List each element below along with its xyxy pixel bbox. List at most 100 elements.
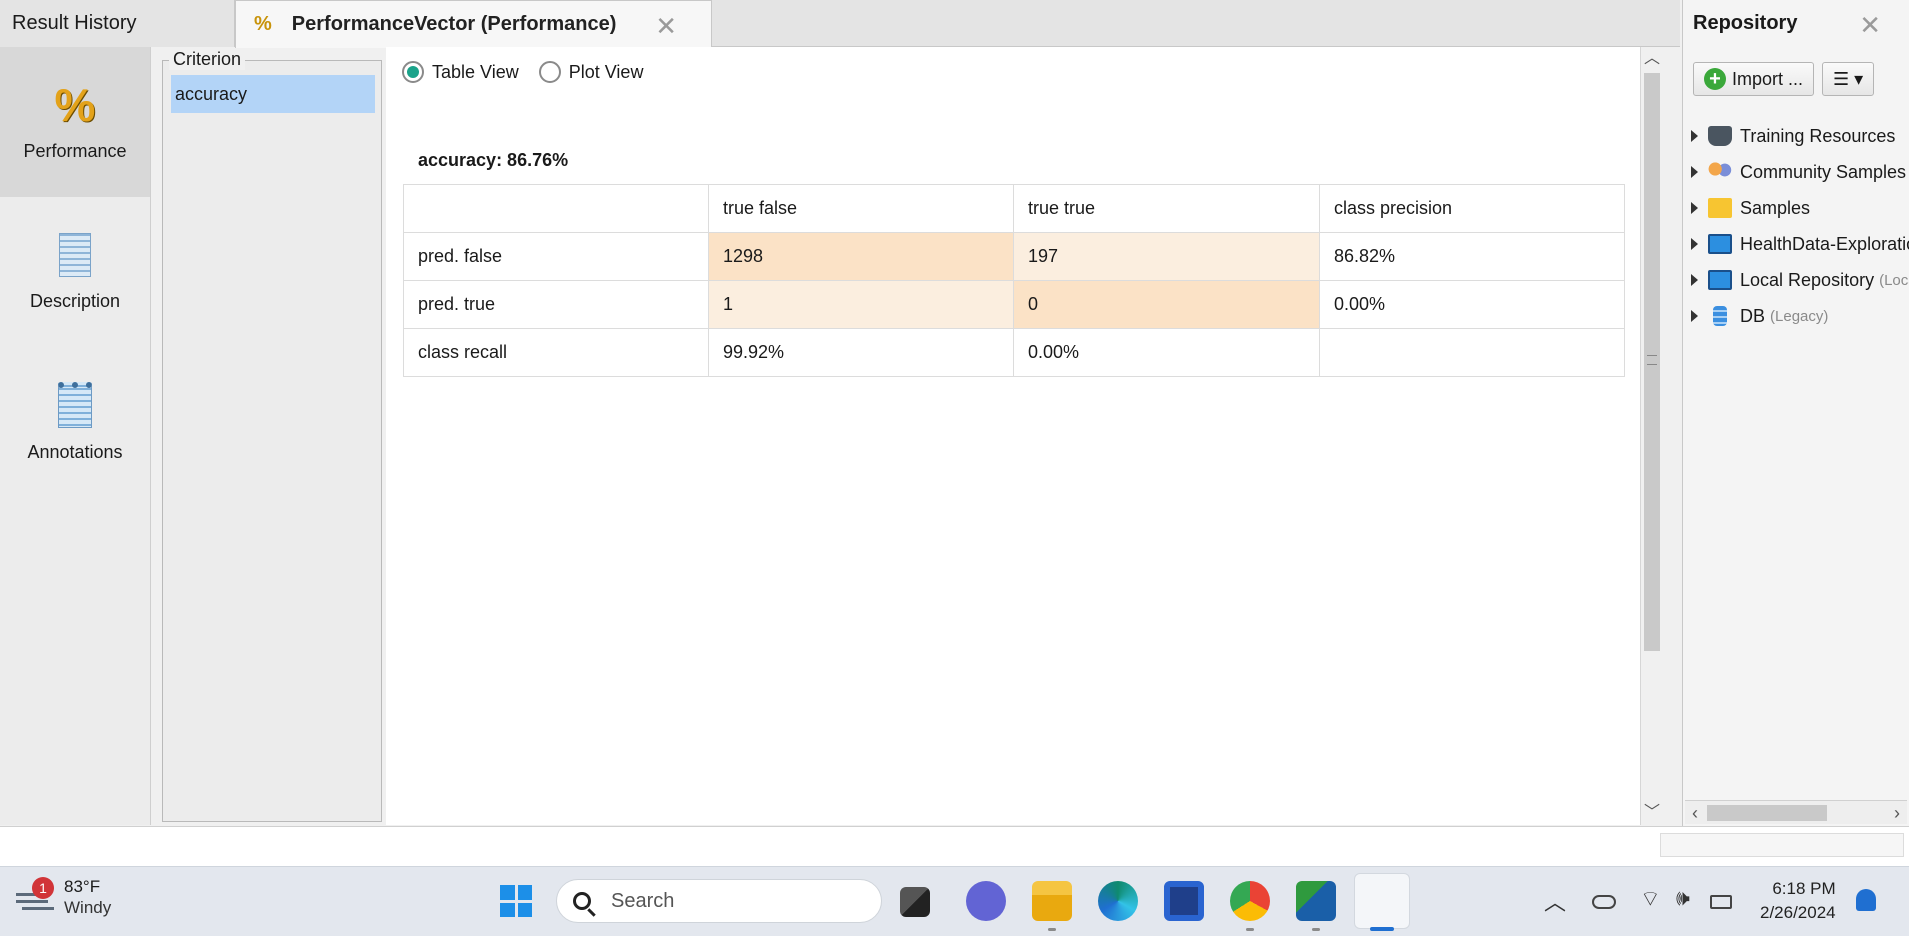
table-cell: 0	[1013, 280, 1320, 329]
taskbar-search[interactable]: Search	[556, 879, 882, 923]
file-explorer-icon[interactable]	[1032, 881, 1072, 921]
notification-badge: 1	[32, 877, 54, 899]
repository-horizontal-scrollbar[interactable]: ‹ ›	[1685, 800, 1907, 824]
task-view-icon[interactable]	[900, 887, 930, 917]
tree-item-label: Training Resources	[1740, 125, 1896, 146]
table-cell: 86.82%	[1319, 232, 1625, 281]
document-icon	[59, 232, 91, 277]
table-row: class recall 99.92% 0.00%	[403, 328, 1625, 377]
repository-menu-button[interactable]: ☰ ▾	[1822, 62, 1875, 96]
close-icon[interactable]: ✕	[1859, 10, 1881, 41]
tree-item-community-samples[interactable]: Community Samples	[1683, 154, 1909, 190]
table-cell: 0.00%	[1013, 328, 1320, 377]
graduation-cap-icon	[1708, 126, 1732, 146]
windows-taskbar: 1 83°F Windy Search ︿ ⌔ 🕪 6:18 PM 2/26/2…	[0, 866, 1909, 936]
table-cell: 1298	[708, 232, 1014, 281]
tree-item-local-repository[interactable]: Local Repository (Local)	[1683, 262, 1909, 298]
running-indicator	[1312, 928, 1320, 931]
expand-arrow-icon[interactable]	[1691, 274, 1698, 286]
tree-item-label: HealthData-Exploration	[1740, 233, 1909, 254]
accuracy-title: accuracy: 86.76%	[418, 150, 569, 170]
scroll-grip-icon	[1647, 355, 1657, 365]
chrome-browser-icon[interactable]	[1230, 881, 1270, 921]
snipping-tool-icon[interactable]	[1354, 873, 1410, 929]
windows-start-icon[interactable]	[496, 881, 536, 921]
table-view-radio[interactable]	[402, 61, 424, 83]
app-icon[interactable]	[1296, 881, 1336, 921]
wind-icon: 1	[16, 877, 54, 913]
tree-item-healthdata[interactable]: HealthData-Exploration	[1683, 226, 1909, 262]
expand-arrow-icon[interactable]	[1691, 238, 1698, 250]
table-cell: 0.00%	[1319, 280, 1625, 329]
table-view-label[interactable]: Table View	[432, 62, 519, 83]
scroll-up-icon[interactable]: ︿	[1641, 47, 1663, 71]
running-indicator	[1048, 928, 1056, 931]
expand-arrow-icon[interactable]	[1691, 310, 1698, 322]
criterion-item-accuracy[interactable]: accuracy	[171, 75, 375, 113]
side-item-label: Description	[29, 290, 121, 311]
battery-icon[interactable]	[1710, 895, 1732, 909]
people-icon	[1708, 162, 1732, 182]
import-button[interactable]: + Import ...	[1693, 62, 1815, 96]
percent-icon: %	[254, 13, 272, 35]
edge-browser-icon[interactable]	[1098, 881, 1138, 921]
side-item-annotations[interactable]: Annotations	[0, 347, 150, 497]
tree-item-db[interactable]: DB (Legacy)	[1683, 298, 1909, 334]
main-vertical-scrollbar[interactable]: ︿ ﹀	[1640, 47, 1662, 825]
weather-condition: Windy	[64, 898, 112, 917]
repository-toolbar: + Import ... ☰ ▾	[1693, 62, 1875, 96]
repository-header: Repository ✕	[1683, 0, 1909, 47]
table-cell: pred. true	[403, 280, 709, 329]
microsoft-store-icon[interactable]	[1164, 881, 1204, 921]
percent-icon: %	[54, 78, 96, 131]
monitor-icon	[1708, 234, 1732, 254]
table-cell: class recall	[403, 328, 709, 377]
plot-view-radio[interactable]	[538, 61, 561, 83]
scroll-down-icon[interactable]: ﹀	[1641, 801, 1663, 825]
running-indicator	[1246, 928, 1254, 931]
onedrive-cloud-icon[interactable]	[1592, 895, 1616, 909]
scrollbar-thumb[interactable]	[1707, 805, 1827, 821]
close-icon[interactable]: ✕	[655, 11, 677, 42]
tree-item-samples[interactable]: Samples	[1683, 190, 1909, 226]
tree-item-training-resources[interactable]: Training Resources	[1683, 118, 1909, 154]
weather-widget[interactable]: 1 83°F Windy	[16, 877, 111, 919]
view-toggle: Table View Plot View	[402, 61, 663, 83]
repository-title: Repository	[1693, 12, 1798, 34]
tab-result-history-label: Result History	[12, 12, 137, 34]
side-item-performance[interactable]: % Performance	[0, 47, 150, 197]
table-cell: 197	[1013, 232, 1320, 281]
volume-icon[interactable]: 🕪	[1676, 885, 1690, 911]
plot-view-label[interactable]: Plot View	[569, 62, 644, 83]
notepad-icon	[58, 381, 92, 428]
table-header-row: true false true true class precision	[403, 184, 1625, 233]
scroll-left-icon[interactable]: ‹	[1685, 801, 1705, 825]
monitor-icon	[1708, 270, 1732, 290]
plus-icon: +	[1704, 68, 1726, 90]
tab-result-history[interactable]: Result History	[0, 0, 235, 47]
repository-panel: Repository ✕ + Import ... ☰ ▾ Training R…	[1682, 0, 1909, 826]
notification-bell-icon[interactable]	[1856, 889, 1876, 911]
criterion-title: Criterion	[169, 49, 246, 70]
tab-performance-vector[interactable]: % PerformanceVector (Performance) ✕	[235, 0, 712, 48]
table-row: pred. true 1 0 0.00%	[403, 280, 1625, 329]
table-header-cell: true true	[1013, 184, 1320, 233]
results-tab-bar: Result History % PerformanceVector (Perf…	[0, 0, 1680, 48]
expand-arrow-icon[interactable]	[1691, 202, 1698, 214]
clock-time: 6:18 PM	[1772, 879, 1836, 898]
side-item-description[interactable]: Description	[0, 197, 150, 347]
chevron-up-icon[interactable]: ︿	[1544, 885, 1566, 917]
teams-chat-icon[interactable]	[966, 881, 1006, 921]
database-icon	[1713, 306, 1727, 326]
table-row: pred. false 1298 197 86.82%	[403, 232, 1625, 281]
clock-date: 2/26/2024	[1760, 903, 1836, 922]
system-clock[interactable]: 6:18 PM 2/26/2024	[1760, 877, 1836, 925]
status-box	[1660, 833, 1904, 857]
tree-item-label: Samples	[1740, 197, 1811, 218]
table-cell: 1	[708, 280, 1014, 329]
wifi-icon[interactable]: ⌔	[1640, 885, 1661, 913]
expand-arrow-icon[interactable]	[1691, 130, 1698, 142]
scroll-right-icon[interactable]: ›	[1887, 801, 1907, 825]
expand-arrow-icon[interactable]	[1691, 166, 1698, 178]
performance-view: Table View Plot View accuracy: 86.76% tr…	[386, 47, 1662, 825]
